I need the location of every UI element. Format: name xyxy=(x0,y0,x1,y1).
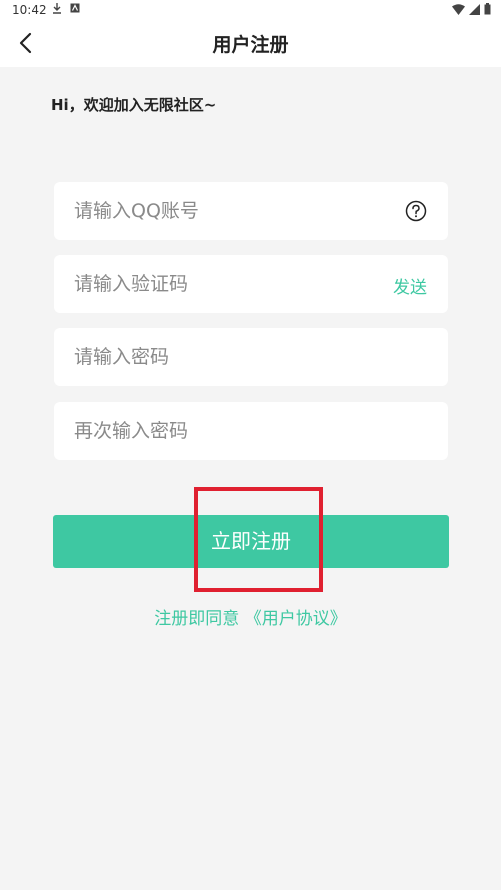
page-title: 用户注册 xyxy=(212,34,289,56)
status-time: 10:42 xyxy=(12,3,47,17)
notification-icon xyxy=(70,3,80,13)
verification-code-field: 发送 xyxy=(54,255,448,313)
battery-icon xyxy=(484,3,491,15)
status-left-icons xyxy=(52,2,80,14)
send-code-button[interactable]: 发送 xyxy=(393,273,427,298)
agreement-prefix: 注册即同意 xyxy=(154,609,245,629)
register-button[interactable]: 立即注册 xyxy=(53,515,449,568)
confirm-password-field xyxy=(54,402,448,460)
greeting-text: Hi，欢迎加入无限社区~ xyxy=(51,96,217,114)
qq-account-field xyxy=(54,182,448,240)
status-bar: 10:42 xyxy=(0,0,501,20)
download-icon xyxy=(53,3,61,14)
confirm-password-input[interactable] xyxy=(74,402,374,460)
qq-account-input[interactable] xyxy=(74,182,374,240)
header: 用户注册 xyxy=(0,20,501,67)
password-input[interactable] xyxy=(74,328,374,386)
agreement-text: 注册即同意 《用户协议》 xyxy=(0,604,501,629)
wifi-icon xyxy=(452,3,465,15)
help-icon[interactable] xyxy=(405,200,427,222)
password-field xyxy=(54,328,448,386)
signal-icon xyxy=(469,3,480,15)
user-agreement-link[interactable]: 《用户协议》 xyxy=(245,609,347,629)
verification-code-input[interactable] xyxy=(74,255,374,313)
status-right-icons xyxy=(452,3,491,15)
